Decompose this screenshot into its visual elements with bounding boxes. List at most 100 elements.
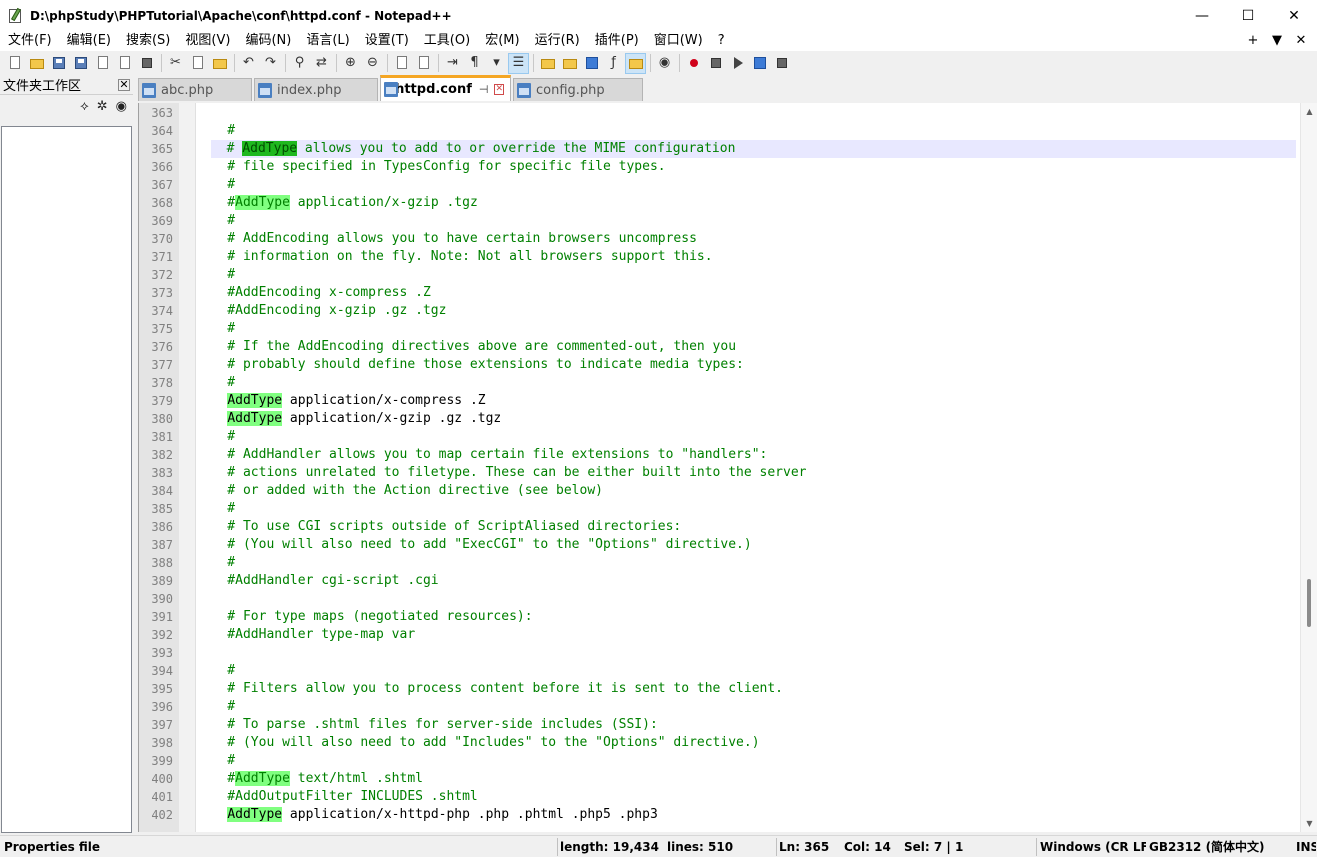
code-line[interactable]: # xyxy=(196,752,1296,770)
code-line[interactable] xyxy=(196,590,1296,608)
code-line[interactable] xyxy=(196,644,1296,662)
folder-tree[interactable] xyxy=(1,126,132,833)
record-macro-button[interactable] xyxy=(683,53,704,74)
code-line[interactable]: # Filters allow you to process content b… xyxy=(196,680,1296,698)
code-line[interactable]: #AddType application/x-gzip .tgz xyxy=(196,194,1296,212)
code-line[interactable]: # file specified in TypesConfig for spec… xyxy=(196,158,1296,176)
menu-search[interactable]: 搜索(S) xyxy=(118,31,177,51)
fold-margin[interactable] xyxy=(179,103,196,832)
undo-button[interactable]: ↶ xyxy=(238,53,259,74)
code-line[interactable]: # information on the fly. Note: Not all … xyxy=(196,248,1296,266)
menu-window[interactable]: 窗口(W) xyxy=(646,31,710,51)
menu-tools[interactable]: 工具(O) xyxy=(416,31,477,51)
code-line[interactable]: # actions unrelated to filetype. These c… xyxy=(196,464,1296,482)
menu-edit[interactable]: 编辑(E) xyxy=(59,31,118,51)
close-window-button[interactable]: ✕ xyxy=(1271,0,1317,31)
code-editor[interactable]: 363 364 365 366 367 368 369 370 371 372 373 374 375 3… xyxy=(138,103,1317,832)
code-line[interactable]: # xyxy=(196,500,1296,518)
code-line[interactable]: # xyxy=(196,212,1296,230)
new-file-button[interactable] xyxy=(4,53,25,74)
code-line[interactable]: # xyxy=(196,122,1296,140)
code-line[interactable]: #AddHandler type-map var xyxy=(196,626,1296,644)
copy-button[interactable] xyxy=(187,53,208,74)
code-line[interactable]: # AddHandler allows you to map certain f… xyxy=(196,446,1296,464)
current-code-line[interactable]: # AddType allows you to add to or overri… xyxy=(211,140,1296,158)
replace-button[interactable]: ⇄ xyxy=(311,53,332,74)
scroll-down-icon[interactable]: ▼ xyxy=(1301,815,1317,832)
close-tab-icon[interactable]: ✕ xyxy=(494,84,504,95)
code-line[interactable]: # To use CGI scripts outside of ScriptAl… xyxy=(196,518,1296,536)
code-line[interactable]: # xyxy=(196,374,1296,392)
open-file-button[interactable] xyxy=(26,53,47,74)
code-line[interactable]: # xyxy=(196,320,1296,338)
tab-config-php[interactable]: config.php xyxy=(513,78,643,101)
locate-current-file-icon[interactable]: ◉ xyxy=(116,99,127,114)
paste-button[interactable] xyxy=(209,53,230,74)
scrollbar-thumb[interactable] xyxy=(1307,579,1311,627)
code-line[interactable]: #AddType text/html .shtml xyxy=(196,770,1296,788)
code-line[interactable]: #AddHandler cgi-script .cgi xyxy=(196,572,1296,590)
code-line[interactable]: # AddEncoding allows you to have certain… xyxy=(196,230,1296,248)
maximize-button[interactable]: ☐ xyxy=(1225,0,1271,31)
status-encoding[interactable]: GB2312 (简体中文) xyxy=(1149,836,1293,857)
code-line[interactable]: # For type maps (negotiated resources): xyxy=(196,608,1296,626)
menu-macro[interactable]: 宏(M) xyxy=(477,31,526,51)
code-line[interactable]: # To parse .shtml files for server-side … xyxy=(196,716,1296,734)
code-area[interactable]: # # AddType allows you to add to or over… xyxy=(196,103,1296,832)
new-tab-plus-icon[interactable]: + xyxy=(1241,31,1265,51)
play-macro-button[interactable] xyxy=(727,53,748,74)
code-line[interactable]: # If the AddEncoding directives above ar… xyxy=(196,338,1296,356)
stop-macro-button[interactable] xyxy=(705,53,726,74)
tab-abc-php[interactable]: abc.php xyxy=(138,78,252,101)
menu-settings[interactable]: 设置(T) xyxy=(357,31,416,51)
sync-vertical-button[interactable] xyxy=(391,53,412,74)
vertical-scrollbar[interactable]: ▲ ▼ xyxy=(1300,103,1317,832)
code-line[interactable]: #AddOutputFilter INCLUDES .shtml xyxy=(196,788,1296,806)
function-list-button[interactable]: ƒ xyxy=(603,53,624,74)
run-macro-multiple-button[interactable] xyxy=(749,53,770,74)
code-line[interactable]: AddType application/x-httpd-php .php .ph… xyxy=(196,806,1296,824)
code-line[interactable]: # or added with the Action directive (se… xyxy=(196,482,1296,500)
tab-httpd-conf[interactable]: httpd.conf ⊣ ✕ xyxy=(380,75,511,101)
status-eol-format[interactable]: Windows (CR LF xyxy=(1040,836,1146,857)
status-insert-mode[interactable]: INS xyxy=(1296,836,1316,857)
find-button[interactable]: ⚲ xyxy=(289,53,310,74)
menu-encoding[interactable]: 编码(N) xyxy=(237,31,298,51)
code-line[interactable]: # xyxy=(196,266,1296,284)
code-line[interactable]: AddType application/x-gzip .gz .tgz xyxy=(196,410,1296,428)
menu-file[interactable]: 文件(F) xyxy=(0,31,59,51)
folder-workspace-button[interactable] xyxy=(625,52,646,74)
code-line[interactable]: #AddEncoding x-compress .Z xyxy=(196,284,1296,302)
menu-view[interactable]: 视图(V) xyxy=(177,31,237,51)
scroll-up-icon[interactable]: ▲ xyxy=(1301,103,1317,120)
minimize-button[interactable]: — xyxy=(1179,0,1225,31)
print-button[interactable] xyxy=(136,53,157,74)
code-line[interactable]: # (You will also need to add "Includes" … xyxy=(196,734,1296,752)
menu-plugins[interactable]: 插件(P) xyxy=(587,31,646,51)
code-line[interactable]: # probably should define those extension… xyxy=(196,356,1296,374)
code-line[interactable] xyxy=(196,104,1296,122)
pin-tab-icon[interactable]: ⊣ xyxy=(479,83,489,96)
save-button[interactable] xyxy=(48,53,69,74)
sync-horizontal-button[interactable] xyxy=(413,53,434,74)
code-line[interactable]: # xyxy=(196,662,1296,680)
code-line[interactable]: # xyxy=(196,176,1296,194)
udl-button[interactable] xyxy=(537,53,558,74)
show-all-chars-dropdown[interactable]: ▾ xyxy=(486,53,507,74)
code-line[interactable]: # xyxy=(196,698,1296,716)
menu-run[interactable]: 运行(R) xyxy=(527,31,587,51)
zoom-out-button[interactable]: ⊖ xyxy=(362,53,383,74)
menu-help[interactable]: ? xyxy=(710,31,732,51)
menu-language[interactable]: 语言(L) xyxy=(298,31,356,51)
code-line[interactable]: # xyxy=(196,428,1296,446)
doc-list-button[interactable] xyxy=(581,53,602,74)
code-line[interactable]: # xyxy=(196,554,1296,572)
doc-map-button[interactable] xyxy=(559,53,580,74)
code-line[interactable]: # (You will also need to add "ExecCGI" t… xyxy=(196,536,1296,554)
cut-button[interactable]: ✂ xyxy=(165,53,186,74)
close-button[interactable] xyxy=(92,53,113,74)
monitoring-button[interactable]: ◉ xyxy=(654,53,675,74)
show-all-chars-button[interactable]: ¶ xyxy=(464,53,485,74)
redo-button[interactable]: ↷ xyxy=(260,53,281,74)
tab-index-php[interactable]: index.php xyxy=(254,78,378,101)
